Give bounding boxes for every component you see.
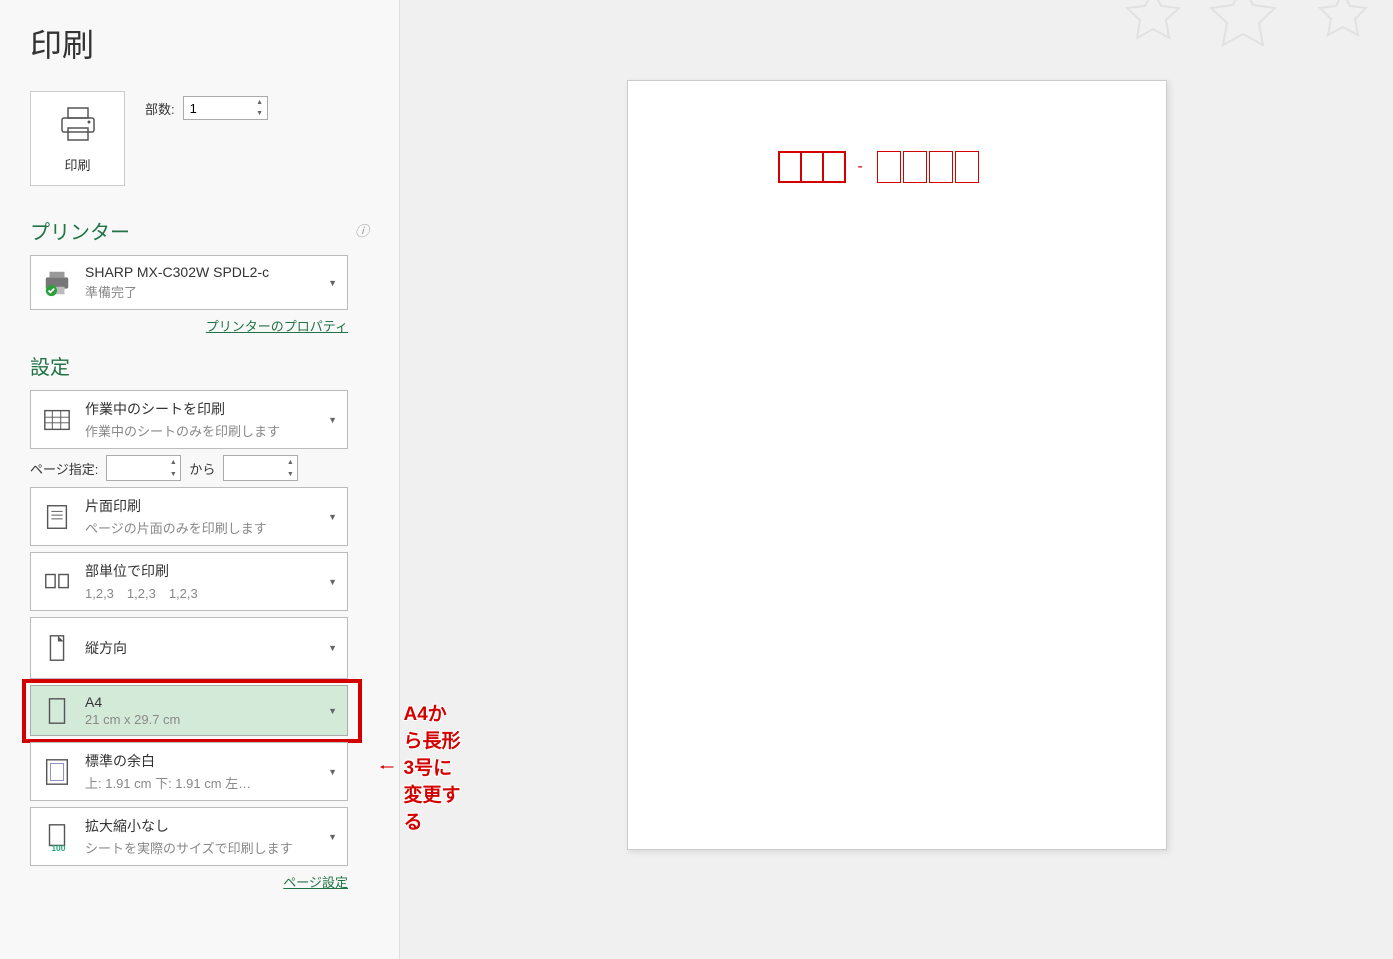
chevron-down-icon: ▼ [328,767,337,777]
spin-up[interactable]: ▲ [166,456,180,468]
portrait-icon [41,632,73,664]
printer-ready-icon [41,267,73,299]
collate-icon [41,566,73,598]
sides-selector[interactable]: 片面印刷 ページの片面のみを印刷します ▼ [30,487,348,546]
chevron-down-icon: ▼ [328,832,337,842]
print-what-selector[interactable]: 作業中のシートを印刷 作業中のシートのみを印刷します ▼ [30,390,348,449]
svg-text:100: 100 [51,843,65,852]
copies-down[interactable]: ▼ [253,108,267,119]
print-button-label: 印刷 [64,155,90,174]
scale-icon: 100 [41,821,73,853]
printer-name: SHARP MX-C302W SPDL2-c [85,264,337,280]
print-button[interactable]: 印刷 [30,91,125,186]
print-settings-panel: 印刷 印刷 部数: ▲ ▼ プリンター ⓘ [0,0,400,959]
margins-icon [41,756,73,788]
star-decoration [1113,0,1393,60]
spin-down[interactable]: ▼ [166,468,180,480]
print-preview-panel: - [400,0,1393,959]
printer-status: 準備完了 [85,282,337,301]
chevron-down-icon: ▼ [328,577,337,587]
copies-up[interactable]: ▲ [253,97,267,108]
postal-code-boxes: - [778,151,981,183]
copies-label: 部数: [145,99,175,118]
scaling-selector[interactable]: 100 拡大縮小なし シートを実際のサイズで印刷します ▼ [30,807,348,866]
chevron-down-icon: ▼ [328,512,337,522]
grid-icon [41,404,73,436]
page-spec-label: ページ指定: [30,459,98,478]
margins-selector[interactable]: 標準の余白 上: 1.91 cm 下: 1.91 cm 左… ▼ [30,742,348,801]
page-to-label: から [189,459,215,478]
page-title: 印刷 [30,20,369,66]
printer-icon [58,104,98,147]
single-side-icon [41,501,73,533]
settings-section-header: 設定 [30,351,70,380]
page-setup-link[interactable]: ページ設定 [283,875,348,890]
orientation-selector[interactable]: 縦方向 ▼ [30,617,348,679]
spin-up[interactable]: ▲ [283,456,297,468]
printer-section-header: プリンター [30,216,130,245]
chevron-down-icon: ▼ [328,706,337,716]
chevron-down-icon: ▼ [328,643,337,653]
paper-size-selector[interactable]: A4 21 cm x 29.7 cm ▼ [30,685,348,736]
info-icon[interactable]: ⓘ [355,221,369,241]
arrow-left-icon [380,757,394,777]
printer-properties-link[interactable]: プリンターのプロパティ [206,319,348,334]
chevron-down-icon: ▼ [328,278,337,288]
printer-selector[interactable]: SHARP MX-C302W SPDL2-c 準備完了 ▼ [30,255,348,310]
chevron-down-icon: ▼ [328,415,337,425]
collate-selector[interactable]: 部単位で印刷 1,2,3 1,2,3 1,2,3 ▼ [30,552,348,611]
page-icon [41,695,73,727]
preview-page: - [627,80,1167,850]
spin-down[interactable]: ▼ [283,468,297,480]
